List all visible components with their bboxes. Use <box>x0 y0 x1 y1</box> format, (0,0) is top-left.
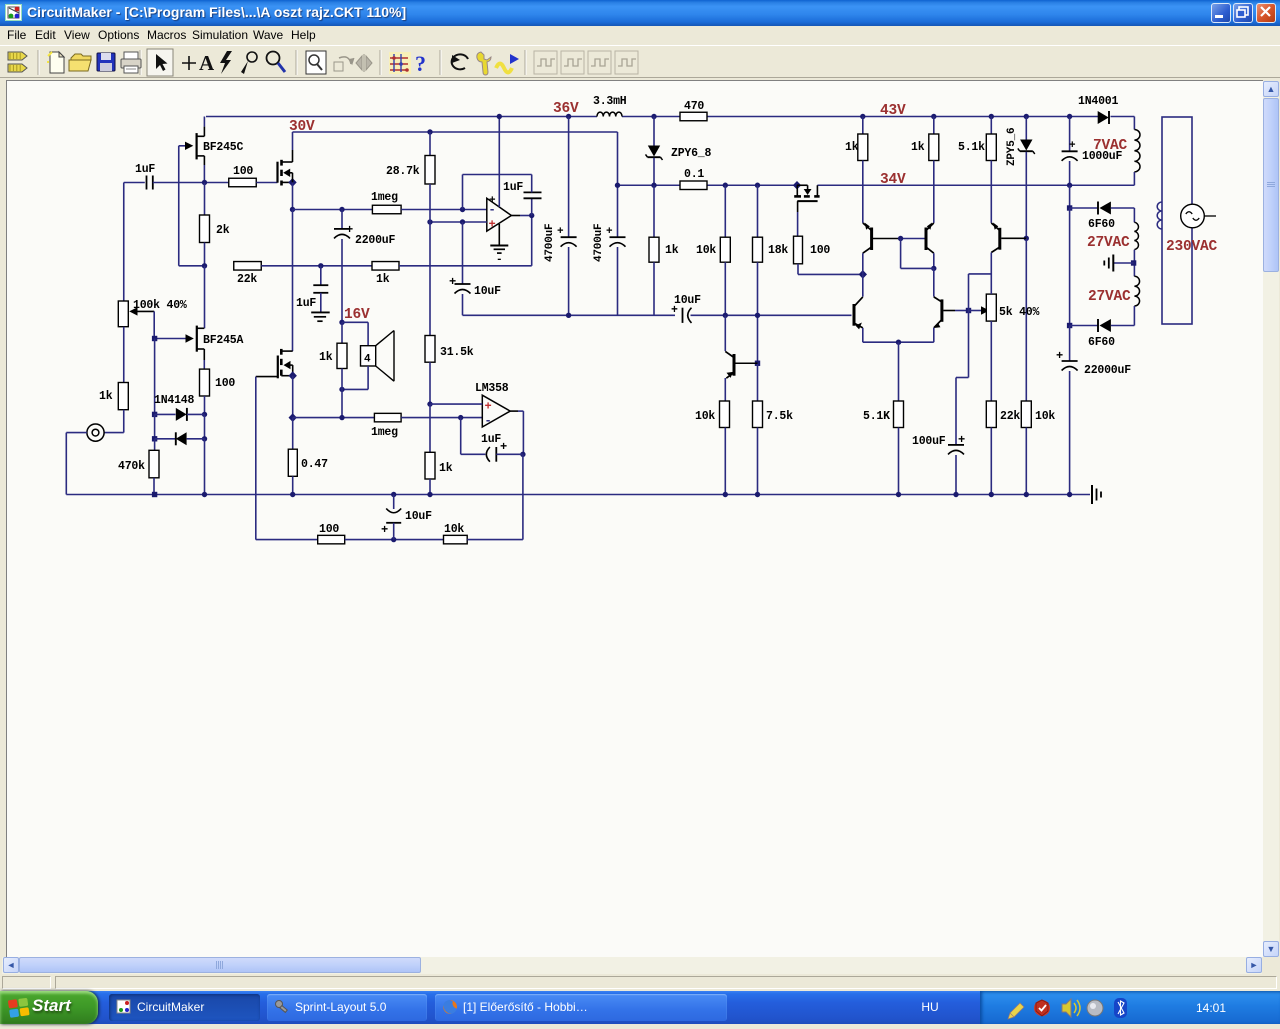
svg-text:14:01: 14:01 <box>1196 1001 1226 1015</box>
svg-text:?: ? <box>415 51 426 76</box>
svg-text:A: A <box>199 51 215 75</box>
